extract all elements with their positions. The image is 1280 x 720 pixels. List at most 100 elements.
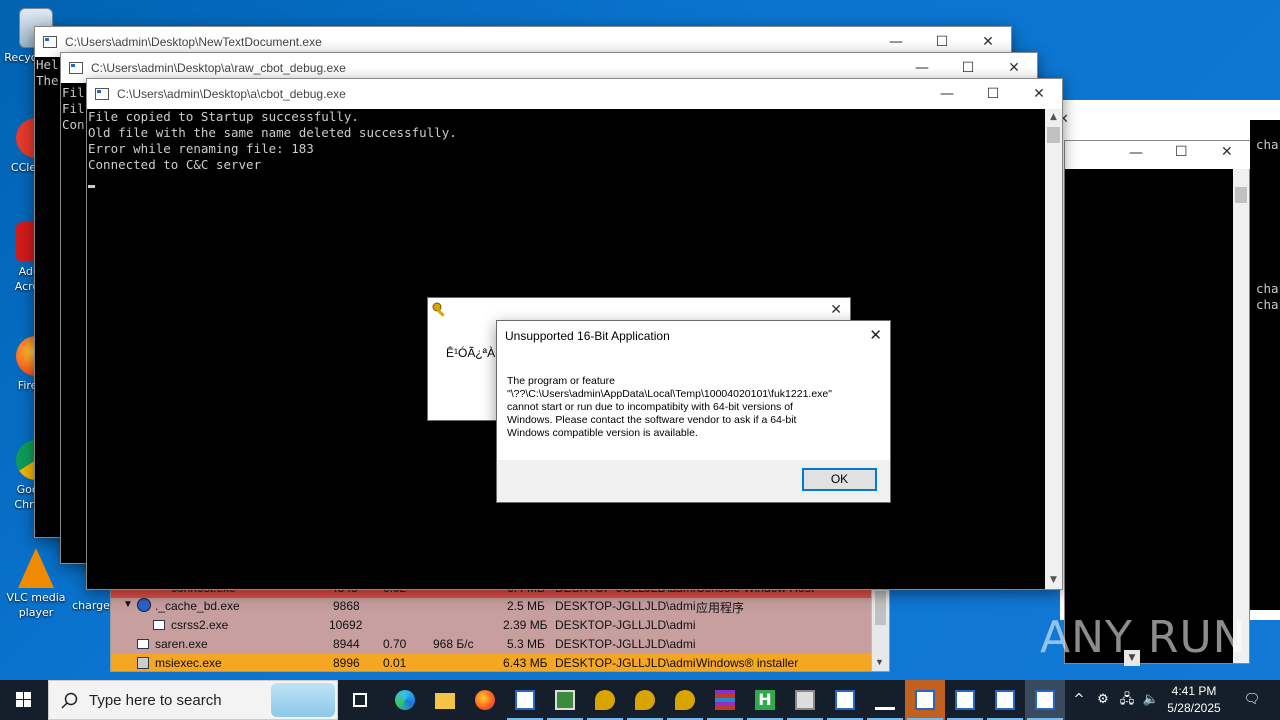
watermark: ANY RUN — [1040, 612, 1247, 663]
taskbar: Type here to search H ^ ⚙ 🖧 🔈 4:41 PM 5/… — [0, 680, 1280, 720]
process-name: saren.exe — [155, 637, 208, 651]
dialog-message: The program or feature "\??\C:\Users\adm… — [507, 375, 880, 440]
firefox-icon — [475, 690, 495, 710]
taskbar-file-explorer[interactable] — [425, 680, 465, 720]
process-network: 968 Б/с — [433, 637, 474, 651]
network-icon: 🖧 — [1119, 692, 1135, 707]
search-box[interactable]: Type here to search — [48, 680, 338, 720]
maximize-button[interactable]: ☐ — [970, 79, 1016, 109]
process-memory: 6.43 МБ — [503, 656, 548, 670]
minimize-button[interactable]: — — [924, 79, 970, 109]
search-highlight-icon — [271, 683, 335, 717]
notification-center-button[interactable]: 🗨 — [1232, 680, 1272, 720]
watermark-text: ANY RUN — [1040, 612, 1247, 663]
edge-icon — [395, 690, 415, 710]
taskbar-edge[interactable] — [385, 680, 425, 720]
task-view-button[interactable] — [340, 680, 380, 720]
archive-icon — [715, 690, 735, 710]
dialog-title: Unsupported 16-Bit Application — [505, 329, 670, 343]
taskbar-app-4[interactable] — [625, 680, 665, 720]
right-edge-text: cha — [1256, 297, 1279, 312]
taskbar-app-11[interactable] — [905, 680, 945, 720]
message-line: cannot start or run due to incompatibity… — [507, 401, 793, 413]
chevron-down-icon[interactable]: ▼ — [875, 657, 884, 667]
taskbar-app-8[interactable] — [785, 680, 825, 720]
taskbar-app-14[interactable] — [1025, 680, 1065, 720]
search-icon — [61, 692, 78, 709]
vertical-scrollbar[interactable] — [1233, 169, 1249, 663]
chevron-up-icon: ^ — [1073, 692, 1085, 707]
close-button[interactable]: ✕ — [830, 301, 842, 318]
chevron-up-icon[interactable]: ▲ — [1045, 109, 1062, 126]
table-row[interactable]: saren.exe 8944 0.70 968 Б/с 5.3 МБ DESKT… — [111, 635, 871, 654]
start-button[interactable] — [0, 680, 48, 720]
process-user: DESKTOP-JGLLJLD\admi — [555, 618, 696, 632]
process-description: 应用程序 — [696, 601, 745, 615]
minimize-icon[interactable]: — — [1129, 145, 1143, 161]
title-bar[interactable]: C:\Users\admin\Desktop\a\cbot_debug.exe … — [87, 79, 1062, 109]
vertical-scrollbar[interactable]: ▲ ▼ — [1045, 109, 1062, 589]
window-app-icon — [995, 690, 1015, 710]
taskbar-app-7[interactable]: H — [745, 680, 785, 720]
vertical-scrollbar[interactable]: ▼ — [871, 585, 889, 671]
taskbar-app-2[interactable] — [545, 680, 585, 720]
download-icon — [875, 696, 895, 710]
window-app-icon — [835, 690, 855, 710]
process-user: DESKTOP-JGLLJLD\admi — [555, 656, 696, 670]
process-user: DESKTOP-JGLLJLD\admi — [555, 599, 696, 613]
dialog-title-bar[interactable]: Unsupported 16-Bit Application ✕ — [497, 321, 890, 351]
network-tray-icon[interactable]: 🖧 — [1116, 680, 1138, 720]
monitor-app-icon — [555, 690, 575, 710]
gear-icon: ⚙ — [1097, 692, 1109, 707]
taskbar-app-10[interactable] — [865, 680, 905, 720]
close-icon[interactable]: ✕ — [1221, 144, 1233, 160]
chevron-down-icon[interactable]: ▼ — [123, 599, 133, 610]
table-row[interactable]: csrss2.exe 10692 2.39 МБ DESKTOP-JGLLJLD… — [111, 616, 871, 635]
desktop: Recycle Bin CCleaner Adobe Acrobat Firef… — [0, 0, 1280, 680]
chevron-down-icon[interactable]: ▼ — [1045, 572, 1062, 589]
taskbar-app-3[interactable] — [585, 680, 625, 720]
process-user: DESKTOP-JGLLJLD\admi — [555, 637, 696, 651]
process-pid: 10692 — [329, 618, 363, 632]
background-console-strip — [1250, 120, 1280, 610]
process-pid: 9868 — [333, 599, 360, 613]
process-icon — [153, 620, 165, 630]
taskbar-app-1[interactable] — [505, 680, 545, 720]
table-row[interactable]: ▼ ._cache_bd.exe 9868 2.5 МБ DESKTOP-JGL… — [111, 597, 871, 616]
window-app-icon — [515, 690, 535, 710]
taskbar-app-6[interactable] — [705, 680, 745, 720]
taskbar-firefox[interactable] — [465, 680, 505, 720]
close-button[interactable]: ✕ — [1016, 79, 1062, 109]
clock[interactable]: 4:41 PM 5/28/2025 — [1158, 683, 1230, 717]
close-button[interactable]: ✕ — [869, 326, 882, 344]
task-view-icon — [353, 693, 367, 707]
ok-button[interactable]: OK — [802, 468, 877, 491]
process-icon — [137, 598, 151, 612]
scrollbar-thumb[interactable] — [875, 591, 886, 625]
desktop-icon-label: charge — [72, 599, 110, 612]
process-description: Windows® installer — [696, 656, 799, 670]
taskbar-app-9[interactable] — [825, 680, 865, 720]
show-hidden-icons-button[interactable]: ^ — [1068, 680, 1090, 720]
console-app-icon — [95, 88, 109, 100]
message-text: Ê¹ÓÃ¿ªÀ¢ — [446, 346, 502, 360]
taskbar-app-5[interactable] — [665, 680, 705, 720]
dialog-button-area: OK — [497, 460, 890, 502]
process-name: ._cache_bd.exe — [155, 599, 240, 613]
process-list[interactable]: conhost.exe 4848 0.02 6.4 МБ DESKTOP-JGL… — [110, 584, 890, 672]
dialog-unsupported-16bit[interactable]: Unsupported 16-Bit Application ✕ The pro… — [496, 320, 891, 503]
process-memory: 2.5 МБ — [507, 599, 545, 613]
background-window-right-3[interactable]: — ☐ ✕ — [1064, 140, 1251, 664]
scrollbar-thumb[interactable] — [1047, 127, 1060, 143]
taskbar-app-13[interactable] — [985, 680, 1025, 720]
console-line: Old file with the same name deleted succ… — [88, 125, 457, 140]
table-row[interactable]: msiexec.exe 8996 0.01 6.43 МБ DESKTOP-JG… — [111, 654, 871, 671]
right-edge-text: cha — [1256, 281, 1279, 296]
maximize-icon[interactable]: ☐ — [1175, 144, 1188, 160]
console-line: Connected to C&C server — [88, 157, 262, 172]
background-window-right-2[interactable] — [1062, 120, 1242, 140]
key-icon — [432, 302, 446, 317]
taskbar-app-12[interactable] — [945, 680, 985, 720]
console-line: File copied to Startup successfully. — [88, 109, 359, 124]
tray-app-icon[interactable]: ⚙ — [1092, 680, 1114, 720]
